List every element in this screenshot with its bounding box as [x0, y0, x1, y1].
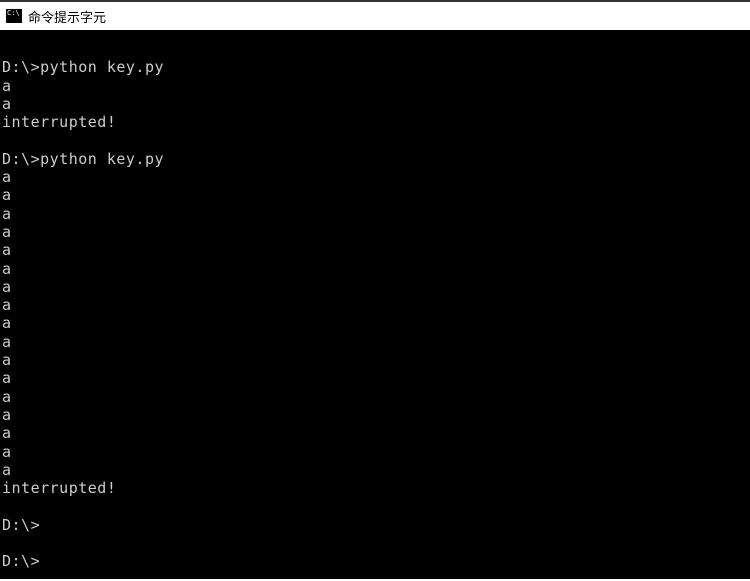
terminal-line: a: [2, 333, 748, 351]
terminal-line: [2, 131, 748, 149]
terminal-line: a: [2, 406, 748, 424]
terminal-line: interrupted!: [2, 479, 748, 497]
terminal-line: a: [2, 205, 748, 223]
terminal-line: D:\>: [2, 552, 748, 570]
terminal-line: a: [2, 369, 748, 387]
terminal-line: a: [2, 351, 748, 369]
terminal-line: a: [2, 260, 748, 278]
terminal-line: [2, 534, 748, 552]
terminal-line: D:\>python key.py: [2, 58, 748, 76]
terminal-line: a: [2, 168, 748, 186]
terminal-line: a: [2, 296, 748, 314]
terminal-line: D:\>python key.py: [2, 150, 748, 168]
terminal-line: a: [2, 424, 748, 442]
terminal-line: D:\>: [2, 516, 748, 534]
terminal-line: a: [2, 77, 748, 95]
terminal-line: a: [2, 186, 748, 204]
terminal-line: a: [2, 314, 748, 332]
terminal-line: [2, 497, 748, 515]
terminal-line: a: [2, 278, 748, 296]
terminal-line: a: [2, 223, 748, 241]
terminal-line: a: [2, 95, 748, 113]
terminal-line: interrupted!: [2, 113, 748, 131]
terminal-line: a: [2, 388, 748, 406]
window-title: 命令提示字元: [28, 7, 106, 26]
terminal-line: a: [2, 461, 748, 479]
terminal-line: a: [2, 241, 748, 259]
terminal-line: a: [2, 443, 748, 461]
terminal-output[interactable]: D:\>python key.pyaainterrupted!D:\>pytho…: [0, 30, 750, 579]
terminal-line: [2, 40, 748, 58]
cmd-icon: [6, 9, 22, 23]
window-title-bar[interactable]: 命令提示字元: [0, 0, 750, 30]
